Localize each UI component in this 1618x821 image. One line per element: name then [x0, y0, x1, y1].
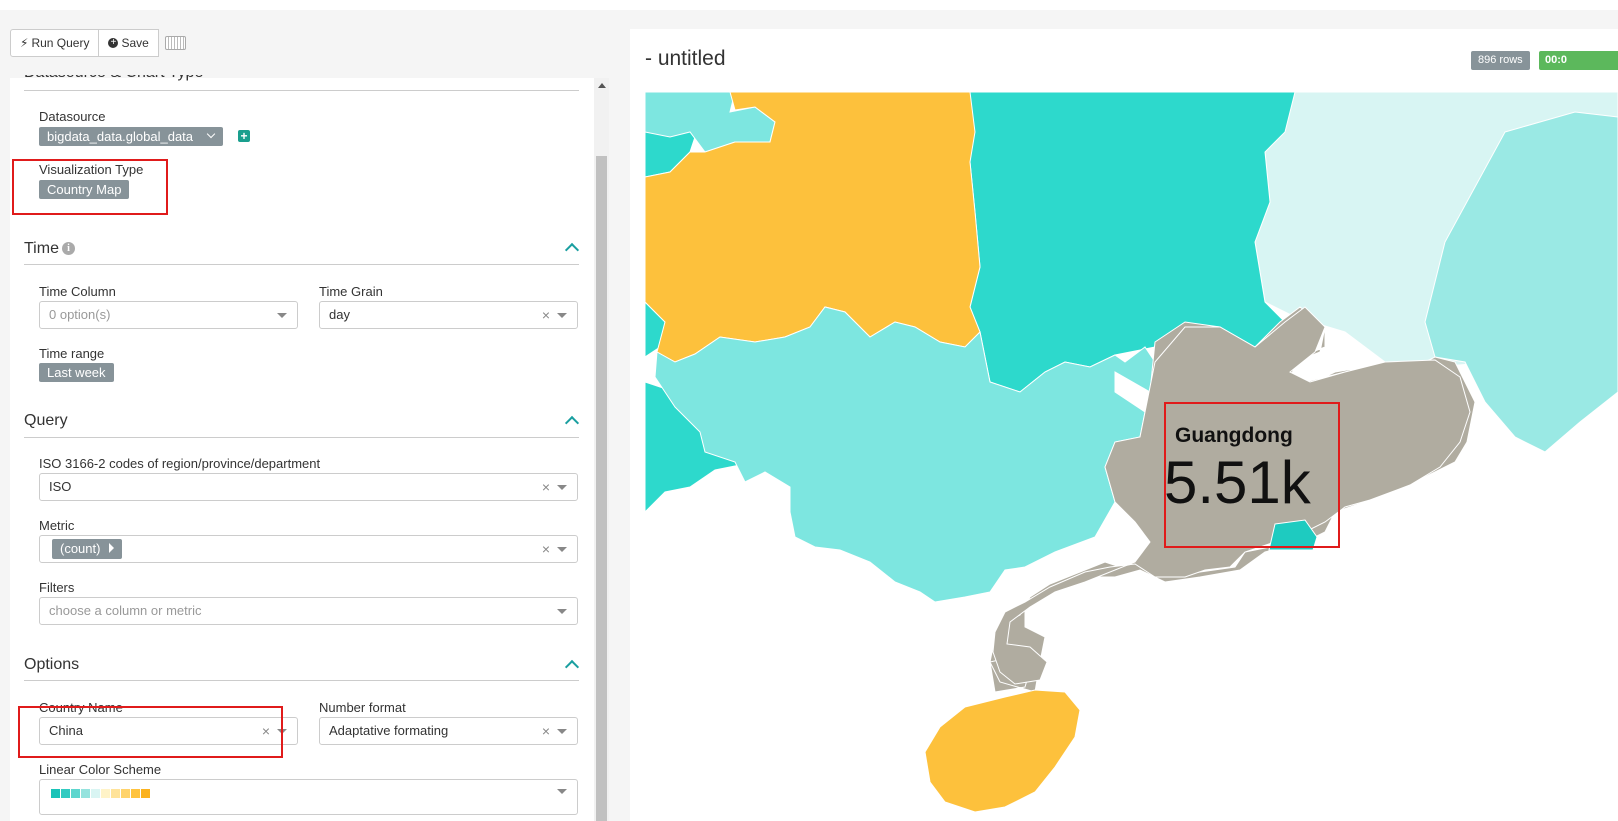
color-swatch — [111, 789, 120, 798]
time-range-button[interactable]: Last week — [39, 363, 114, 382]
caret-down-icon — [557, 789, 567, 794]
caret-down-icon — [557, 609, 567, 614]
caret-down-icon — [557, 729, 567, 734]
highlight-box — [18, 706, 283, 758]
map-region[interactable] — [924, 689, 1081, 813]
color-swatch — [51, 789, 60, 798]
filters-placeholder: choose a column or metric — [49, 603, 202, 618]
caret-down-icon — [557, 313, 567, 318]
metric-tag[interactable]: (count) — [52, 539, 123, 559]
clear-icon[interactable]: × — [542, 718, 550, 744]
section-title-query: Query — [24, 412, 68, 429]
number-format-value: Adaptative formating — [329, 723, 449, 738]
time-range-label: Time range — [39, 346, 105, 361]
clear-icon[interactable]: × — [542, 474, 550, 500]
iso-label: ISO 3166-2 codes of region/province/depa… — [39, 456, 321, 471]
iso-value: ISO — [49, 479, 72, 494]
caret-down-icon — [557, 485, 567, 490]
plus-circle-icon: + — [108, 38, 119, 48]
caret-down-icon — [277, 313, 287, 318]
chart-title[interactable]: - untitled — [645, 47, 726, 71]
time-column-select[interactable]: 0 option(s) — [39, 301, 298, 329]
caret-down-icon — [557, 547, 567, 552]
datasource-value: bigdata_data.global_data — [47, 129, 194, 144]
filters-select[interactable]: choose a column or metric — [39, 597, 578, 625]
highlight-box — [1164, 402, 1340, 548]
bolt-icon: ⚡︎ — [20, 36, 29, 50]
color-swatch — [61, 789, 70, 798]
number-format-label: Number format — [319, 700, 406, 715]
color-swatch — [141, 789, 150, 798]
clear-icon[interactable]: × — [542, 302, 550, 328]
scrollbar-thumb[interactable] — [596, 156, 607, 821]
filters-label: Filters — [39, 580, 75, 595]
section-title-options: Options — [24, 656, 80, 673]
info-icon: i — [62, 242, 75, 255]
save-button[interactable]: + Save — [99, 29, 159, 57]
add-datasource-icon[interactable]: + — [238, 130, 250, 142]
color-scheme-swatches — [51, 789, 150, 798]
color-swatch — [81, 789, 90, 798]
section-divider — [24, 680, 579, 681]
color-swatch — [131, 789, 140, 798]
color-scheme-label: Linear Color Scheme — [39, 762, 162, 777]
keyboard-icon[interactable] — [164, 36, 186, 50]
section-title-time: Time — [24, 240, 59, 257]
top-strip — [0, 0, 1618, 10]
iso-select[interactable]: ISO × — [39, 473, 578, 501]
section-divider — [24, 90, 579, 91]
scroll-up-arrow-icon[interactable] — [598, 83, 606, 88]
country-map — [645, 92, 1618, 821]
color-swatch — [101, 789, 110, 798]
time-grain-label: Time Grain — [319, 284, 383, 299]
color-swatch — [91, 789, 100, 798]
row-count-badge: 896 rows — [1471, 51, 1530, 70]
time-column-label: Time Column — [39, 284, 116, 299]
chevron-down-icon — [206, 129, 216, 139]
query-timer-badge: 00:0 — [1539, 51, 1618, 70]
metric-label: Metric — [39, 518, 75, 533]
color-scheme-select[interactable] — [39, 779, 578, 815]
run-query-button[interactable]: ⚡︎ Run Query — [10, 29, 100, 57]
metric-select[interactable]: (count) × — [39, 535, 578, 563]
section-title-datasource: Datasource & Chart Type — [24, 64, 204, 81]
color-swatch — [71, 789, 80, 798]
section-divider — [24, 437, 579, 438]
time-grain-select[interactable]: day × — [319, 301, 578, 329]
save-label: Save — [121, 36, 149, 50]
datasource-label: Datasource — [39, 109, 106, 124]
highlight-box — [12, 159, 168, 215]
time-grain-value: day — [329, 307, 350, 322]
clear-icon[interactable]: × — [542, 536, 550, 562]
number-format-select[interactable]: Adaptative formating × — [319, 717, 578, 745]
map-svg — [645, 92, 1618, 813]
section-divider — [24, 264, 579, 265]
time-column-placeholder: 0 option(s) — [49, 307, 111, 322]
datasource-select[interactable]: bigdata_data.global_data — [39, 127, 224, 146]
metric-value: (count) — [60, 541, 101, 556]
color-swatch — [121, 789, 130, 798]
run-query-label: Run Query — [31, 36, 90, 50]
caret-right-icon — [109, 543, 115, 553]
query-toolbar: ⚡︎ Run Query + Save — [10, 29, 186, 57]
